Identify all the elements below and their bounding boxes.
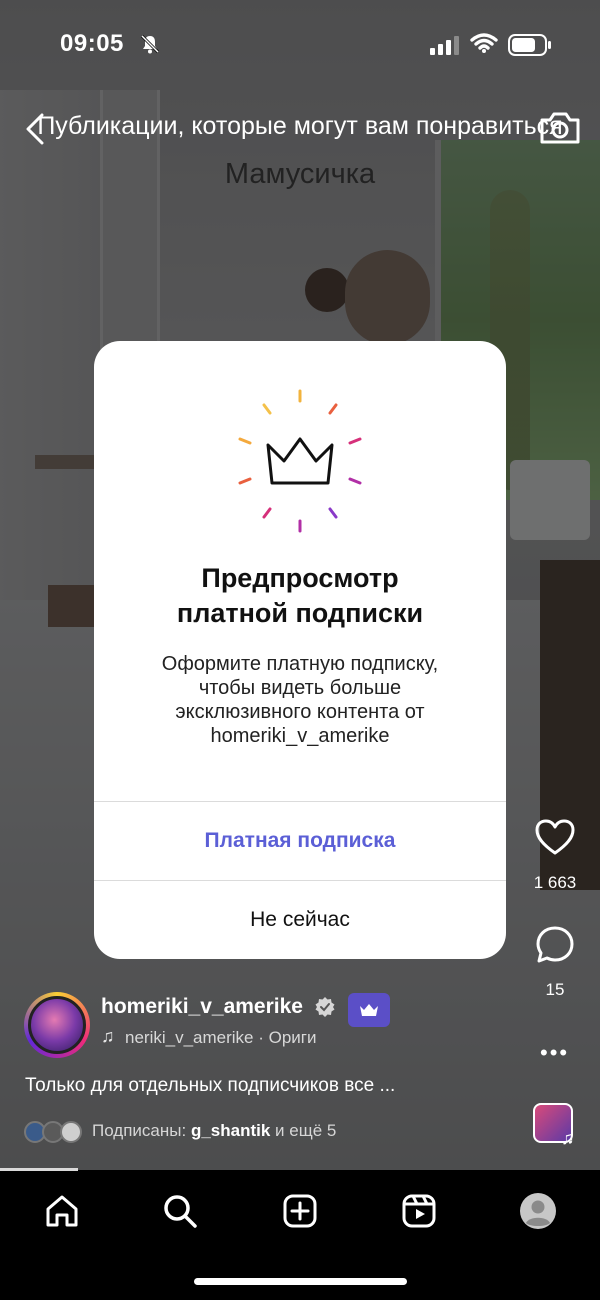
home-icon [46,1195,78,1227]
followed-by-text[interactable]: Подписаны: g_shantik и ещё 5 [92,1121,336,1141]
search-icon [164,1195,197,1228]
not-now-button[interactable]: Не сейчас [94,881,506,959]
page-title: Публикации, которые могут вам понравитьс… [37,112,563,140]
more-options-icon[interactable]: ••• [540,1040,569,1066]
dialog-title: Предпросмотр платной подписки [94,561,506,631]
crown-burst-icon [238,389,362,533]
create-icon [283,1194,317,1228]
reels-icon [402,1194,436,1228]
status-bar: 09:05 [0,0,600,90]
status-time: 09:05 [60,30,124,57]
followed-by-name[interactable]: g_shantik [191,1121,270,1140]
dialog-body-line: Оформите платную подписку, [161,653,439,675]
subscription-preview-dialog: Предпросмотр платной подписки Оформите п… [94,341,506,959]
wifi-icon [470,33,498,53]
music-note-icon: ♫ [101,1026,115,1046]
nav-create[interactable] [280,1191,320,1231]
nav-home[interactable] [42,1191,82,1231]
dialog-title-line: Предпросмотр [201,563,399,593]
nav-profile[interactable] [518,1191,558,1231]
followed-by-suffix: и ещё 5 [275,1121,337,1140]
followed-by-prefix: Подписаны: [92,1121,187,1140]
paid-subscription-button[interactable]: Платная подписка [94,802,506,880]
nav-reels[interactable] [399,1191,439,1231]
comment-count[interactable]: 15 [520,980,590,1000]
audio-label[interactable]: neriki_v_amerike · Ориги [125,1028,350,1048]
author-username[interactable]: homeriki_v_amerike [101,995,303,1019]
crown-icon [360,1004,378,1016]
followers-avatars[interactable] [24,1121,86,1143]
avatar[interactable] [28,996,86,1054]
like-count[interactable]: 1 663 [520,873,590,893]
comment-button[interactable] [520,925,590,970]
dialog-title-line: платной подписки [176,598,424,628]
cellular-signal-icon [430,36,459,55]
comment-icon [536,926,574,963]
home-indicator [194,1278,407,1285]
battery-icon [508,34,551,56]
follower-avatar [60,1121,82,1143]
dialog-body: Оформите платную подписку, чтобы видеть … [124,652,476,748]
bell-muted-icon [140,34,160,54]
dialog-body-line: эксклюзивного контента от [175,701,425,723]
video-text-overlay: Мамусичка [224,158,376,190]
subscriber-crown-badge[interactable] [348,993,390,1027]
dialog-body-line: чтобы видеть больше [198,677,402,699]
post-caption[interactable]: Только для отдельных подписчиков все ... [25,1075,395,1097]
verified-badge-icon [315,997,335,1017]
dialog-body-line: homeriki_v_amerike [210,725,390,747]
like-button[interactable] [520,818,590,861]
profile-icon [520,1193,556,1229]
nav-search[interactable] [160,1191,200,1231]
heart-icon [535,819,575,855]
camera-icon[interactable] [538,110,582,146]
music-note-icon: ♫ [561,1128,575,1148]
